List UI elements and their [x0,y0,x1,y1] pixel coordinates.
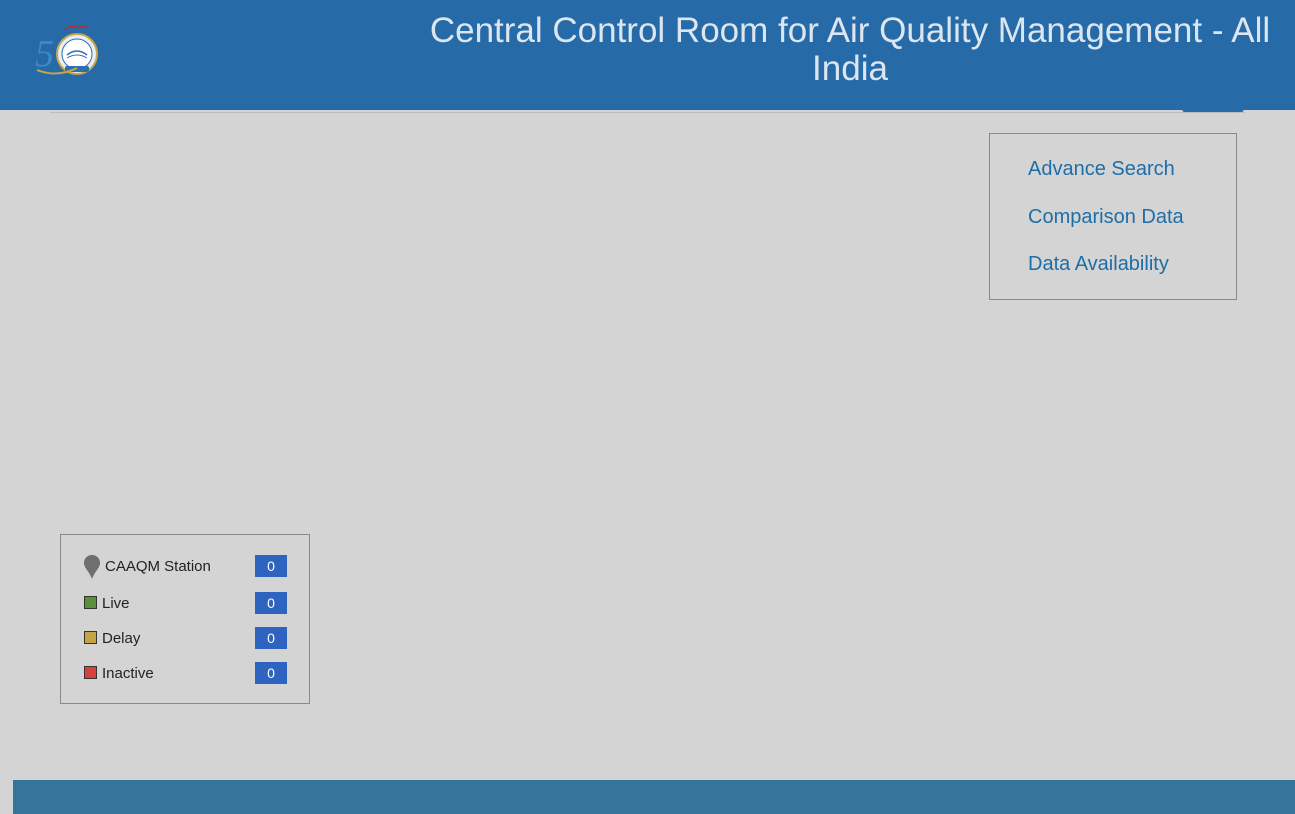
inactive-color-swatch [84,666,97,679]
footer-bar [13,780,1295,814]
header-bar: 5 Central Control Room for Air Quality M… [0,0,1295,112]
legend-count-delay: 0 [255,627,287,649]
comparison-data-link[interactable]: Comparison Data [1028,206,1184,229]
quick-links-panel: Advance Search Comparison Data Data Avai… [989,133,1237,300]
legend-label-inactive: Inactive [102,665,154,682]
svg-text:5: 5 [35,33,54,75]
legend-row-station: CAAQM Station 0 [83,555,288,579]
legend-label-live: Live [102,595,130,612]
station-legend: CAAQM Station 0 Live 0 Delay 0 Inactive … [60,534,310,704]
legend-row-delay: Delay 0 [83,627,288,651]
advance-search-link[interactable]: Advance Search [1028,158,1175,181]
legend-count-live: 0 [255,592,287,614]
map-pin-icon [84,555,100,579]
header-menu-tab[interactable] [1182,104,1244,112]
legend-count-inactive: 0 [255,662,287,684]
legend-count-station: 0 [255,555,287,577]
delay-color-swatch [84,631,97,644]
legend-label-delay: Delay [102,630,141,647]
page: 5 Central Control Room for Air Quality M… [0,0,1295,814]
legend-row-inactive: Inactive 0 [83,662,288,686]
header-divider [50,112,1245,113]
cpcb-logo-icon[interactable]: 5 [33,22,103,84]
legend-label-station: CAAQM Station [105,558,211,575]
page-title: Central Control Room for Air Quality Man… [429,11,1271,88]
live-color-swatch [84,596,97,609]
data-availability-link[interactable]: Data Availability [1028,253,1169,276]
legend-row-live: Live 0 [83,592,288,616]
